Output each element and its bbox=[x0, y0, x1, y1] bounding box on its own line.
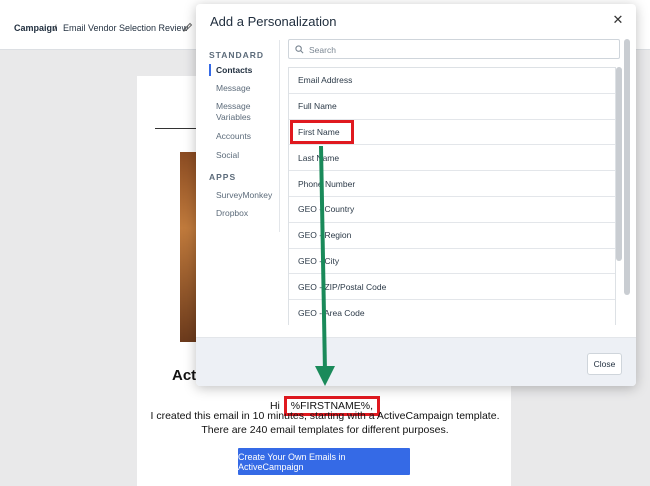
sidebar-item-contacts[interactable]: Contacts bbox=[216, 65, 252, 76]
modal-footer: Close bbox=[196, 337, 636, 386]
breadcrumb-separator: / bbox=[54, 23, 57, 33]
sidebar-item-surveymonkey[interactable]: SurveyMonkey bbox=[216, 190, 272, 201]
field-item-geo-zip[interactable]: GEO - ZIP/Postal Code bbox=[289, 274, 615, 301]
personalization-sidebar: STANDARD Contacts Message Message Variab… bbox=[196, 40, 280, 232]
sidebar-active-indicator bbox=[209, 64, 211, 76]
personalization-modal: Add a Personalization ✕ STANDARD Contact… bbox=[196, 4, 636, 386]
close-button[interactable]: Close bbox=[587, 353, 622, 375]
field-item-phone-number[interactable]: Phone Number bbox=[289, 171, 615, 197]
email-body-line-2: There are 240 email templates for differ… bbox=[201, 424, 449, 436]
modal-scroll-thumb[interactable] bbox=[624, 39, 630, 295]
field-item-geo-country[interactable]: GEO - Country bbox=[289, 197, 615, 223]
sidebar-item-social[interactable]: Social bbox=[216, 150, 239, 161]
field-list: Email Address Full Name First Name Last … bbox=[288, 67, 616, 325]
list-scroll-thumb[interactable] bbox=[616, 67, 622, 261]
sidebar-item-dropbox[interactable]: Dropbox bbox=[216, 208, 248, 219]
breadcrumb-page: Email Vendor Selection Review bbox=[63, 23, 189, 33]
search-box bbox=[288, 39, 620, 59]
sidebar-section-standard: STANDARD bbox=[209, 50, 265, 60]
field-item-geo-area-code[interactable]: GEO - Area Code bbox=[289, 300, 615, 325]
modal-scrollbar[interactable] bbox=[624, 39, 630, 295]
field-item-full-name[interactable]: Full Name bbox=[289, 94, 615, 120]
sidebar-item-accounts[interactable]: Accounts bbox=[216, 131, 251, 142]
search-icon bbox=[295, 45, 304, 54]
field-item-geo-city[interactable]: GEO - City bbox=[289, 249, 615, 275]
field-item-geo-region[interactable]: GEO - Region bbox=[289, 223, 615, 249]
field-item-last-name[interactable]: Last Name bbox=[289, 145, 615, 172]
sidebar-item-message-variables[interactable]: Message Variables bbox=[216, 101, 266, 123]
breadcrumb-root[interactable]: Campaign bbox=[14, 23, 58, 33]
search-input[interactable] bbox=[309, 43, 609, 56]
sidebar-item-message[interactable]: Message bbox=[216, 83, 251, 94]
field-item-email-address[interactable]: Email Address bbox=[289, 68, 615, 94]
pencil-icon[interactable] bbox=[183, 22, 193, 32]
close-icon[interactable]: ✕ bbox=[612, 13, 624, 26]
modal-title: Add a Personalization bbox=[210, 14, 337, 29]
cta-button[interactable]: Create Your Own Emails in ActiveCampaign bbox=[238, 448, 410, 475]
email-body-line-1: I created this email in 10 minutes, star… bbox=[150, 410, 500, 422]
sidebar-section-apps: APPS bbox=[209, 172, 237, 182]
first-name-highlight bbox=[290, 120, 354, 144]
